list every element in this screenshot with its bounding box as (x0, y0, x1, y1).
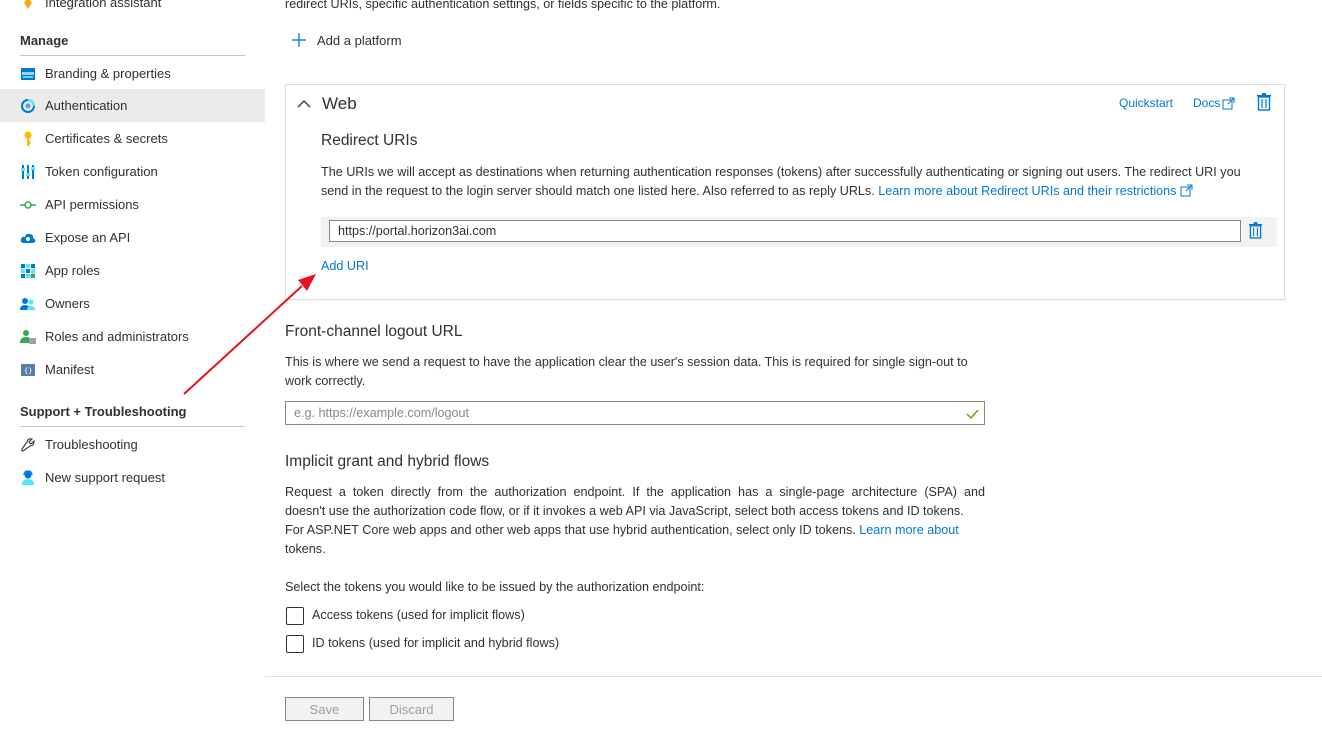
sidebar-item-owners[interactable]: Owners (0, 287, 265, 320)
logout-url-input[interactable] (285, 401, 985, 425)
collapse-chevron-icon[interactable] (297, 97, 311, 112)
sidebar-item-api-permissions[interactable]: API permissions (0, 188, 265, 221)
tokens-learn-more-link[interactable]: Learn more about (859, 523, 958, 537)
rocket-icon (20, 0, 36, 11)
api-permissions-icon (20, 197, 36, 213)
app-roles-icon (20, 263, 36, 279)
sidebar-item-app-roles[interactable]: App roles (0, 254, 265, 287)
id-tokens-checkbox[interactable] (286, 635, 304, 653)
add-platform-label: Add a platform (317, 32, 402, 48)
svg-text:{}: {} (24, 367, 32, 375)
wrench-icon (20, 437, 36, 453)
roles-icon (20, 329, 36, 345)
sidebar-item-label: Roles and administrators (45, 329, 189, 344)
redirect-uri-row (321, 217, 1277, 247)
web-platform-card: Web Quickstart Docs Redirect URIs The UR… (285, 84, 1285, 300)
branding-icon (20, 66, 36, 82)
main-content: redirect URIs, specific authentication s… (265, 0, 1322, 739)
id-tokens-label: ID tokens (used for implicit and hybrid … (312, 636, 560, 650)
sidebar-item-troubleshooting[interactable]: Troubleshooting (0, 428, 265, 461)
checkmark-icon (966, 407, 979, 422)
authentication-icon (20, 98, 36, 114)
external-link-icon (1222, 97, 1235, 110)
sidebar-item-token-configuration[interactable]: Token configuration (0, 155, 265, 188)
sidebar-item-branding[interactable]: Branding & properties (0, 57, 265, 90)
select-tokens-label: Select the tokens you would like to be i… (285, 580, 705, 594)
sidebar: Integration assistant Manage Branding & … (0, 0, 265, 739)
docs-label: Docs (1193, 96, 1221, 110)
add-uri-link[interactable]: Add URI (321, 259, 369, 273)
sidebar-item-label: Integration assistant (45, 0, 162, 10)
delete-platform-icon[interactable] (1257, 93, 1271, 114)
redirect-uri-input[interactable] (329, 220, 1241, 242)
redirect-uris-heading: Redirect URIs (321, 132, 418, 149)
tokens-learn-more-link-cont[interactable]: tokens. (285, 540, 326, 559)
sidebar-item-label: Authentication (45, 98, 128, 113)
footer-divider (265, 676, 1322, 677)
discard-button[interactable]: Discard (369, 697, 454, 721)
sidebar-item-label: Branding & properties (45, 66, 171, 81)
manage-divider (20, 55, 245, 56)
save-button[interactable]: Save (285, 697, 364, 721)
web-card-title: Web (322, 94, 357, 113)
docs-link[interactable]: Docs (1193, 96, 1235, 110)
support-heading: Support + Troubleshooting (20, 404, 187, 419)
sidebar-item-label: Certificates & secrets (45, 131, 168, 146)
sidebar-item-manifest[interactable]: {} Manifest (0, 353, 265, 386)
manifest-icon: {} (20, 362, 36, 378)
redirect-learn-more-link[interactable]: Learn more about Redirect URIs and their… (878, 184, 1176, 198)
sidebar-item-new-support-request[interactable]: New support request (0, 461, 265, 494)
access-tokens-label: Access tokens (used for implicit flows) (312, 608, 525, 622)
sidebar-item-integration-assistant[interactable]: Integration assistant (0, 0, 265, 19)
implicit-desc-line1: Request a token directly from the author… (285, 485, 985, 499)
owners-icon (20, 296, 36, 312)
logout-heading: Front-channel logout URL (285, 323, 463, 340)
support-person-icon (20, 469, 36, 486)
sidebar-item-label: New support request (45, 470, 165, 485)
implicit-desc-line2: doesn't use the authorization code flow,… (285, 504, 964, 518)
sidebar-item-label: Token configuration (45, 164, 158, 179)
logout-desc-line2: work correctly. (285, 374, 366, 388)
add-platform-button[interactable]: Add a platform (291, 32, 402, 48)
key-icon (20, 131, 36, 147)
implicit-heading: Implicit grant and hybrid flows (285, 453, 490, 470)
implicit-desc-text: For ASP.NET Core web apps and other web … (285, 523, 856, 537)
support-divider (20, 426, 245, 427)
sidebar-item-label: Expose an API (45, 230, 131, 245)
sidebar-item-certificates[interactable]: Certificates & secrets (0, 122, 265, 155)
intro-text: redirect URIs, specific authentication s… (285, 0, 721, 11)
redirect-desc-text: send in the request to the login server … (321, 184, 875, 198)
redirect-desc-line1: The URIs we will accept as destinations … (321, 165, 1241, 179)
sidebar-item-label: Manifest (45, 362, 95, 377)
implicit-desc-line3: For ASP.NET Core web apps and other web … (285, 521, 959, 540)
sidebar-item-expose-api[interactable]: Expose an API (0, 221, 265, 254)
sidebar-item-label: API permissions (45, 197, 139, 212)
redirect-desc-line2: send in the request to the login server … (321, 182, 1193, 203)
sidebar-item-authentication[interactable]: Authentication (0, 89, 265, 122)
sidebar-item-roles-administrators[interactable]: Roles and administrators (0, 320, 265, 353)
logout-desc-line1: This is where we send a request to have … (285, 355, 968, 369)
sidebar-item-label: App roles (45, 263, 100, 278)
cloud-icon (20, 230, 36, 246)
plus-icon (291, 32, 307, 48)
quickstart-link[interactable]: Quickstart (1119, 96, 1173, 110)
access-tokens-checkbox[interactable] (286, 607, 304, 625)
manage-heading: Manage (20, 33, 69, 48)
sidebar-item-label: Owners (45, 296, 90, 311)
sidebar-item-label: Troubleshooting (45, 437, 138, 452)
external-link-icon (1180, 184, 1193, 203)
token-config-icon (20, 164, 36, 180)
delete-uri-icon[interactable] (1249, 222, 1262, 242)
